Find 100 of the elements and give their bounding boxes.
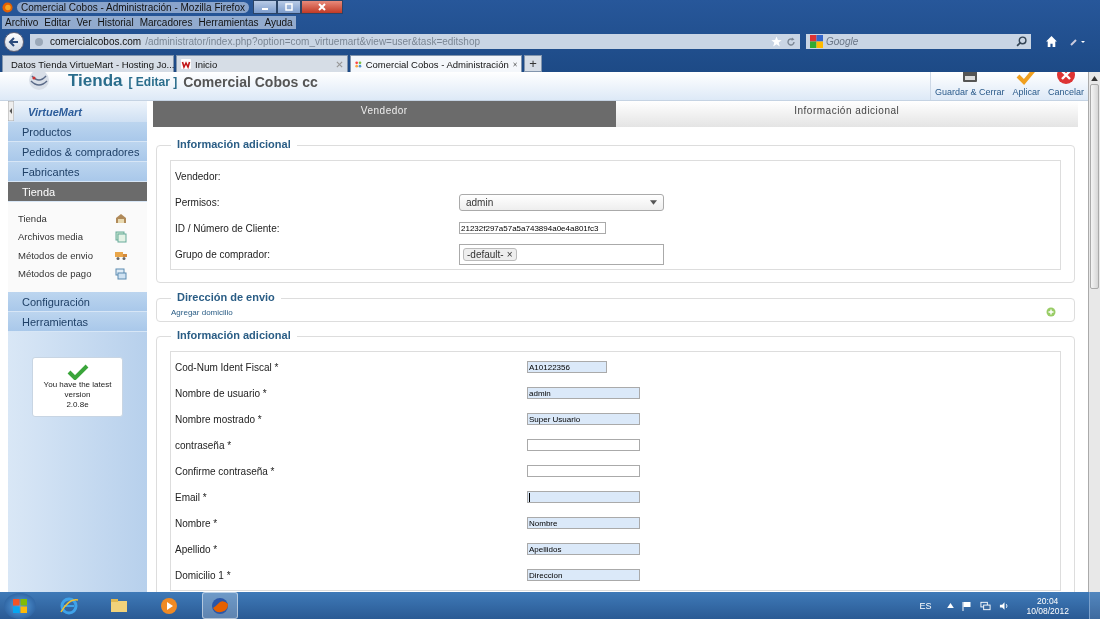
- sidebar-item[interactable]: Herramientas: [8, 312, 147, 332]
- scroll-thumb[interactable]: [1090, 84, 1099, 289]
- field-label: Permisos:: [175, 196, 221, 208]
- google-icon[interactable]: [810, 35, 823, 48]
- back-arrow-icon: [8, 35, 20, 48]
- toolbar-button[interactable]: Guardar & Cerrar: [930, 72, 1009, 100]
- submenu-item[interactable]: Archivos media: [18, 231, 115, 243]
- text-field[interactable]: Apellidos: [527, 543, 640, 555]
- clock-time[interactable]: 20:04: [1037, 595, 1059, 606]
- sidebar-item[interactable]: Tienda: [8, 182, 147, 202]
- text-field[interactable]: [527, 491, 640, 503]
- edit-link[interactable]: [ Editar ]: [128, 75, 178, 89]
- field-label: Cod-Num Ident Fiscal *: [175, 361, 280, 373]
- addon-icon[interactable]: [1070, 36, 1086, 47]
- version-message: You have the latest version: [42, 380, 113, 400]
- page-title: Tienda: [68, 71, 123, 91]
- section-title: Dirección de envio: [171, 291, 281, 303]
- sidebar-item[interactable]: Productos: [8, 122, 147, 142]
- start-button[interactable]: [4, 592, 36, 619]
- search-box[interactable]: Google: [806, 34, 1031, 49]
- sidebar-item[interactable]: Configuración: [8, 292, 147, 312]
- toolbar-button[interactable]: Aplicar: [1008, 72, 1044, 100]
- taskbar-app[interactable]: [202, 592, 238, 619]
- search-field[interactable]: Google: [826, 36, 1013, 47]
- dropdown-caret-icon: [650, 199, 657, 205]
- menu-item[interactable]: Editar: [41, 15, 74, 29]
- text-field[interactable]: [527, 465, 640, 477]
- section-title: Información adicional: [171, 329, 297, 341]
- minimize-button[interactable]: [252, 0, 277, 14]
- menu-item[interactable]: Ayuda: [261, 15, 296, 29]
- select-field[interactable]: admin: [459, 193, 664, 211]
- virtuemart-logo: VirtueMart: [28, 105, 82, 118]
- tab[interactable]: Vendedor: [153, 101, 616, 127]
- tab-title: Datos Tienda VirtueMart - Hosting Jo...: [11, 58, 175, 70]
- field-label: Grupo de comprador:: [175, 248, 272, 260]
- field-label: Confirme contraseña *: [175, 465, 276, 477]
- browser-e-icon: [59, 595, 79, 616]
- submenu-item[interactable]: Métodos de pago: [18, 268, 115, 280]
- flag-icon[interactable]: [962, 600, 973, 611]
- field-label: Nombre mostrado *: [175, 413, 263, 425]
- show-hidden-icon[interactable]: [947, 603, 955, 608]
- language-indicator[interactable]: ES: [919, 600, 932, 611]
- maximize-button[interactable]: [276, 0, 301, 14]
- close-icon: [316, 3, 327, 11]
- text-field[interactable]: [527, 439, 640, 451]
- text-field[interactable]: Nombre: [527, 517, 640, 529]
- network-icon[interactable]: [980, 600, 992, 611]
- scrollbar[interactable]: [1089, 72, 1100, 592]
- home-icon[interactable]: [1045, 35, 1058, 48]
- checkmark-icon: [66, 364, 89, 380]
- tab-title: Comercial Cobos - Administración: [365, 58, 509, 70]
- address-field[interactable]: comercialcobos.com /administrator/index.php?option=com_virtuemart&view=user&task=editshop: [30, 34, 800, 49]
- reload-icon[interactable]: [786, 36, 796, 47]
- remove-tag-button[interactable]: ×: [506, 248, 513, 260]
- field-label: ID / Número de Cliente:: [175, 222, 281, 234]
- window-title: Comercial Cobos - Administración - Mozilla Firefox: [17, 1, 249, 13]
- collapse-icon[interactable]: [8, 101, 14, 121]
- browser-tab[interactable]: Comercial Cobos - Administración: [350, 55, 522, 72]
- clock-date[interactable]: 10/08/2012: [1026, 605, 1069, 616]
- submenu-item[interactable]: Métodos de envio: [18, 249, 115, 261]
- firefox-icon: [210, 595, 230, 616]
- play-icon: [159, 595, 179, 616]
- tags-field[interactable]: -default- ×: [459, 243, 664, 265]
- cancel-icon: [1056, 72, 1076, 86]
- menu-item[interactable]: Ver: [73, 15, 95, 29]
- text-field[interactable]: 21232f297a57a5a743894a0e4a801fc3: [459, 222, 606, 234]
- text-field[interactable]: Direccion: [527, 569, 640, 581]
- close-tab-icon[interactable]: [512, 60, 517, 68]
- new-tab-button[interactable]: +: [524, 55, 542, 72]
- field-label: Nombre *: [175, 517, 219, 529]
- add-address-link[interactable]: Agregar domicilio: [171, 307, 233, 317]
- browser-tab[interactable]: Inicio: [176, 55, 348, 72]
- search-icon[interactable]: [1016, 36, 1027, 47]
- truck-icon: [115, 249, 127, 262]
- toolbar-button[interactable]: Cancelar: [1043, 72, 1088, 100]
- menu-item[interactable]: Historial: [94, 15, 137, 29]
- sidebar-item[interactable]: Fabricantes: [8, 162, 147, 182]
- tab[interactable]: Información adicional: [615, 101, 1078, 127]
- close-button[interactable]: [300, 0, 343, 14]
- field-label: contraseña *: [175, 439, 233, 451]
- section-title: Información adicional: [171, 138, 297, 150]
- menu-item[interactable]: Archivo: [2, 15, 42, 29]
- menu-item[interactable]: Marcadores: [136, 15, 196, 29]
- back-button[interactable]: [4, 31, 24, 52]
- text-field[interactable]: A10122356: [527, 361, 607, 373]
- submenu-item[interactable]: Tienda: [18, 212, 115, 224]
- text-field[interactable]: Super Usuario: [527, 413, 640, 425]
- checkmark-icon: [1016, 72, 1037, 86]
- text-cursor: [529, 492, 530, 502]
- text-field[interactable]: admin: [527, 387, 640, 399]
- tab-title: Inicio: [195, 58, 218, 70]
- menu-item[interactable]: Herramientas: [195, 15, 262, 29]
- sidebar-item[interactable]: Pedidos & compradores: [8, 142, 147, 162]
- field-label: Apellido *: [175, 543, 219, 555]
- browser-tab[interactable]: Datos Tienda VirtueMart - Hosting Jo...: [2, 55, 174, 72]
- field-label: Domicilio 1 *: [175, 569, 232, 581]
- w-favicon-icon: [181, 59, 191, 69]
- scroll-up-icon[interactable]: [1091, 76, 1098, 81]
- firefox-icon: [2, 1, 13, 13]
- bookmark-star-icon[interactable]: [771, 36, 782, 47]
